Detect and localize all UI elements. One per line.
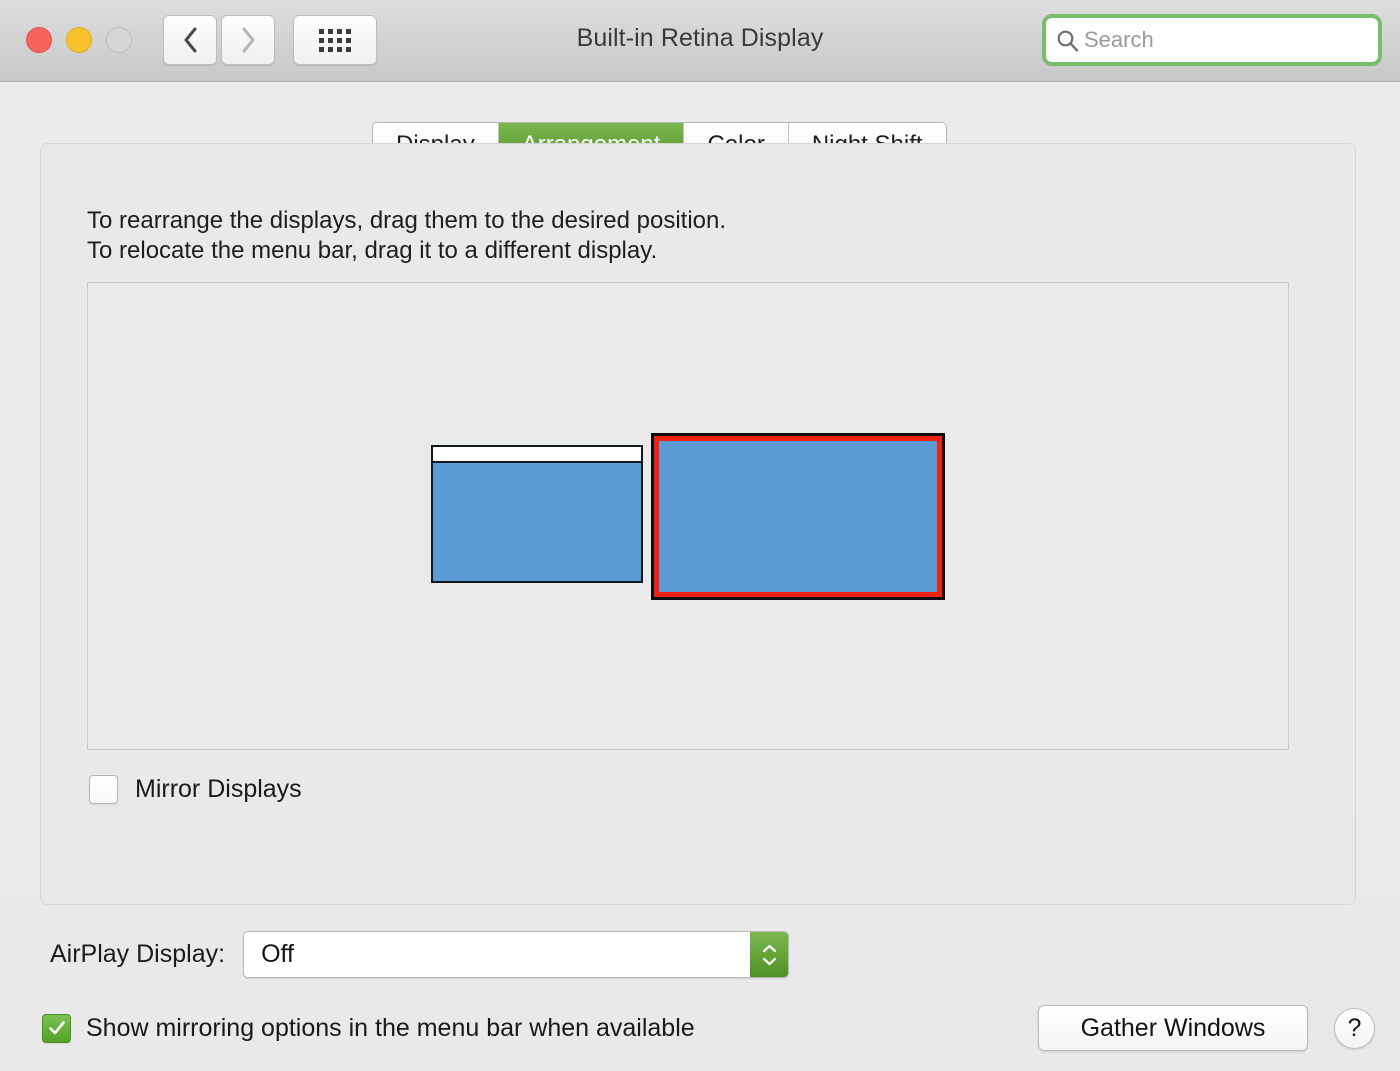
window-footer: Show mirroring options in the menu bar w… <box>0 1005 1400 1051</box>
airplay-display-label: AirPlay Display: <box>50 940 226 968</box>
arrangement-panel: To rearrange the displays, drag them to … <box>40 143 1356 905</box>
mirror-displays-checkbox[interactable] <box>89 775 118 804</box>
right-display-thumbnail[interactable] <box>651 433 945 600</box>
show-mirroring-options-checkbox[interactable] <box>42 1013 71 1043</box>
menu-bar-strip[interactable] <box>433 447 641 463</box>
system-preferences-window: Built-in Retina Display Display Arrangem… <box>0 0 1400 1071</box>
search-icon <box>1057 30 1079 52</box>
gather-windows-button[interactable]: Gather Windows <box>1038 1005 1308 1051</box>
airplay-display-row: AirPlay Display: Off <box>50 931 790 978</box>
popup-stepper-arrows[interactable] <box>750 932 789 977</box>
instructions-line-1: To rearrange the displays, drag them to … <box>87 207 727 234</box>
instructions-text: To rearrange the displays, drag them to … <box>87 206 726 266</box>
chevron-up-icon <box>762 944 776 952</box>
mirror-displays-label: Mirror Displays <box>135 775 302 803</box>
airplay-display-popup-button[interactable]: Off <box>243 931 790 978</box>
window-titlebar: Built-in Retina Display <box>0 0 1400 82</box>
search-input[interactable] <box>1084 27 1368 53</box>
mirror-displays-row[interactable]: Mirror Displays <box>89 775 302 804</box>
selected-display-outline <box>654 436 942 597</box>
display-arrangement-canvas[interactable] <box>87 282 1289 750</box>
chevron-down-icon <box>762 957 776 965</box>
airplay-display-value: Off <box>261 940 294 968</box>
instructions-line-2: To relocate the menu bar, drag it to a d… <box>87 237 658 265</box>
left-display-thumbnail[interactable] <box>431 445 643 583</box>
checkmark-icon <box>48 1021 65 1035</box>
help-button[interactable]: ? <box>1334 1008 1375 1049</box>
search-field-container[interactable] <box>1042 14 1382 66</box>
show-mirroring-options-row[interactable]: Show mirroring options in the menu bar w… <box>42 1005 695 1051</box>
show-mirroring-options-label: Show mirroring options in the menu bar w… <box>86 1013 695 1042</box>
